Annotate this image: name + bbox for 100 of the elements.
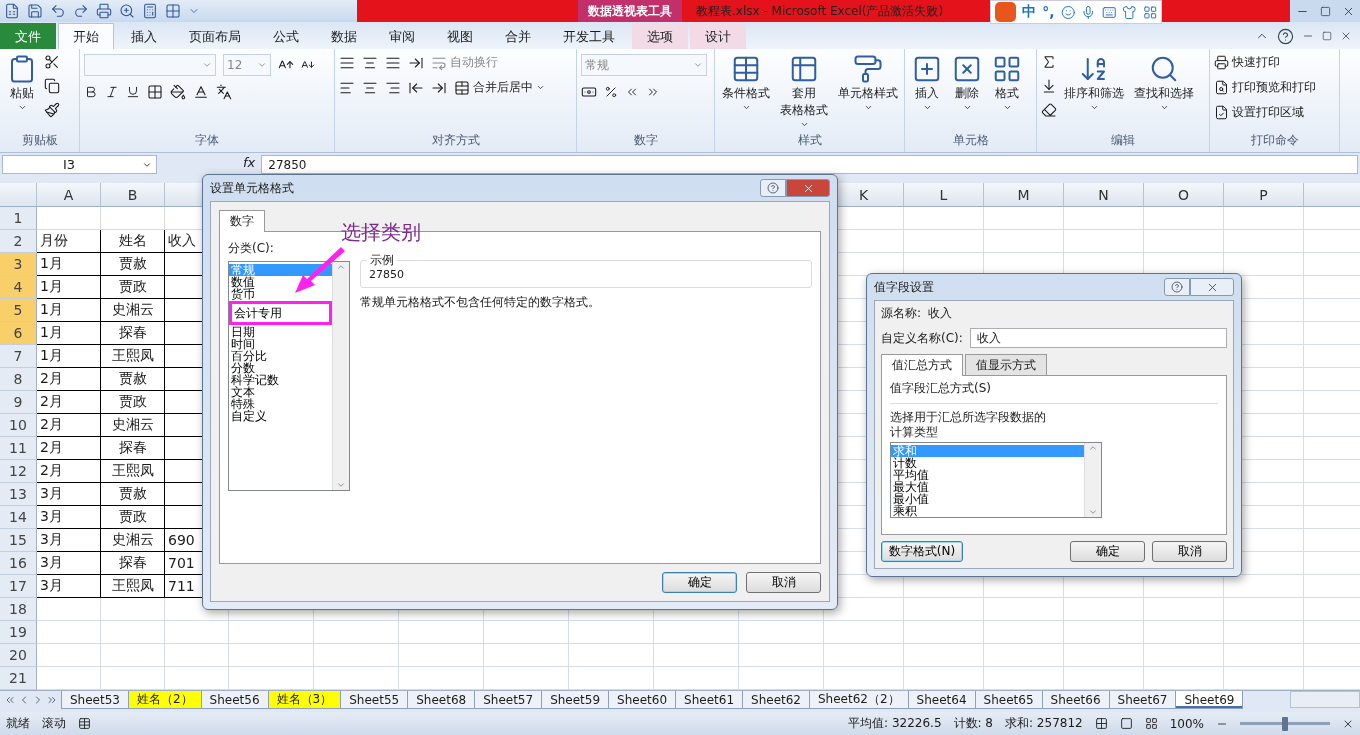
last-sheet-icon[interactable] <box>46 694 58 706</box>
ok-button[interactable]: 确定 <box>662 572 737 593</box>
row-header[interactable]: 4 <box>0 276 37 299</box>
grid-icon[interactable] <box>1142 4 1157 20</box>
wrap-text-button[interactable]: 自动换行 <box>431 54 498 71</box>
table-cell[interactable]: 探春 <box>101 322 165 345</box>
ribbon-button[interactable]: 删除 <box>949 54 985 132</box>
column-header[interactable]: M <box>984 183 1064 207</box>
table-cell[interactable] <box>399 644 484 667</box>
column-header[interactable]: P <box>1224 183 1304 207</box>
table-cell[interactable] <box>101 644 165 667</box>
scrollbar[interactable] <box>332 262 349 490</box>
underline-icon[interactable] <box>126 85 140 99</box>
paste-button[interactable]: 粘贴 <box>4 54 40 132</box>
list-item[interactable]: 科学记数 <box>229 374 332 386</box>
help-button[interactable] <box>1164 278 1190 296</box>
table-cell[interactable]: 王熙凤 <box>101 575 165 598</box>
list-item[interactable]: 会计专用 <box>229 301 332 325</box>
sheet-tab[interactable]: Sheet64 <box>907 691 976 709</box>
sheet-tab[interactable]: Sheet55 <box>340 691 409 709</box>
name-box[interactable]: I3 <box>2 155 157 174</box>
sheet-tab[interactable]: Sheet68 <box>407 691 476 709</box>
row-header[interactable]: 8 <box>0 368 37 391</box>
list-item[interactable]: 货币 <box>229 288 332 300</box>
keyboard-icon[interactable] <box>1101 4 1117 20</box>
ribbon-tab[interactable]: 页面布局 <box>174 23 256 49</box>
ribbon-tab[interactable]: 设计 <box>690 23 746 49</box>
smiley-icon[interactable] <box>1060 4 1076 20</box>
sheet-tab[interactable]: Sheet59 <box>541 691 610 709</box>
row-header[interactable]: 12 <box>0 460 37 483</box>
table-cell[interactable] <box>739 621 824 644</box>
table-cell[interactable] <box>1144 207 1224 230</box>
page-layout-icon[interactable] <box>1119 717 1133 730</box>
table-cell[interactable] <box>904 230 984 253</box>
list-item[interactable]: 自定义 <box>229 410 332 422</box>
table-cell[interactable]: 探春 <box>101 552 165 575</box>
table-cell[interactable] <box>654 644 739 667</box>
cancel-button[interactable]: 取消 <box>1152 541 1227 562</box>
ime-mode-label[interactable]: °, <box>1042 4 1055 20</box>
table-cell[interactable] <box>37 621 101 644</box>
borders-icon[interactable] <box>165 3 181 19</box>
sheet-tab[interactable]: Sheet57 <box>474 691 543 709</box>
row-header[interactable]: 20 <box>0 644 37 667</box>
normal-view-icon[interactable] <box>1094 717 1108 730</box>
sheet-tab[interactable]: Sheet60 <box>608 691 677 709</box>
row-header[interactable]: 1 <box>0 207 37 230</box>
undo-icon[interactable] <box>50 3 66 19</box>
table-cell[interactable] <box>101 207 165 230</box>
column-header[interactable]: L <box>904 183 984 207</box>
table-cell[interactable] <box>984 207 1064 230</box>
ribbon-button[interactable]: 排序和筛选 <box>1061 54 1127 132</box>
row-header[interactable]: 11 <box>0 437 37 460</box>
table-cell[interactable] <box>101 621 165 644</box>
table-cell[interactable] <box>1064 644 1144 667</box>
table-cell[interactable] <box>1224 230 1304 253</box>
restore-icon[interactable] <box>1322 31 1332 41</box>
table-cell[interactable] <box>1144 598 1224 621</box>
formula-field[interactable]: 27850 <box>261 155 1358 174</box>
sheet-tab[interactable]: Sheet56 <box>200 691 269 709</box>
ribbon-button[interactable]: 插入 <box>909 54 945 132</box>
zoom-thumb[interactable] <box>1282 716 1288 731</box>
ribbon-button[interactable]: 单元格样式 <box>835 54 901 132</box>
list-item[interactable]: 时间 <box>229 338 332 350</box>
sheet-tab[interactable]: Sheet69 <box>1175 691 1244 709</box>
sheet-tab[interactable]: Sheet53 <box>61 691 129 709</box>
table-cell[interactable] <box>314 644 399 667</box>
ribbon-tab[interactable]: 公式 <box>258 23 314 49</box>
list-item[interactable]: 数值 <box>229 276 332 288</box>
cut-icon[interactable] <box>44 54 60 70</box>
list-item[interactable]: 平均值 <box>891 469 1084 481</box>
ribbon-tab[interactable]: 开发工具 <box>548 23 630 49</box>
first-sheet-icon[interactable] <box>4 694 16 706</box>
row-header[interactable]: 13 <box>0 483 37 506</box>
copy-icon[interactable] <box>44 78 60 94</box>
horizontal-scrollbar[interactable] <box>1290 691 1360 708</box>
table-cell[interactable]: 贾赦 <box>101 483 165 506</box>
ribbon-tab[interactable]: 文件 <box>0 23 56 49</box>
ribbon-tab[interactable]: 插入 <box>116 23 172 49</box>
table-cell[interactable] <box>984 621 1064 644</box>
table-cell[interactable] <box>229 621 314 644</box>
ribbon-tab[interactable]: 审阅 <box>374 23 430 49</box>
sheet-tab[interactable]: Sheet66 <box>1041 691 1110 709</box>
table-cell[interactable]: 2月 <box>37 460 101 483</box>
borders-icon[interactable] <box>147 84 163 100</box>
number-format-button[interactable]: 数字格式(N) <box>881 541 963 562</box>
table-cell[interactable] <box>1144 644 1224 667</box>
table-cell[interactable] <box>314 621 399 644</box>
save-icon[interactable] <box>27 3 43 19</box>
font-color-icon[interactable] <box>193 84 209 100</box>
zoom-icon[interactable] <box>119 3 135 19</box>
table-cell[interactable] <box>165 621 229 644</box>
help-icon[interactable] <box>1277 27 1294 45</box>
row-header[interactable]: 18 <box>0 598 37 621</box>
table-cell[interactable]: 1月 <box>37 299 101 322</box>
table-cell[interactable] <box>1064 621 1144 644</box>
table-cell[interactable] <box>1144 621 1224 644</box>
ribbon-button[interactable]: 格式 <box>989 54 1025 132</box>
list-item[interactable]: 最大值 <box>891 481 1084 493</box>
category-list[interactable]: 常规 数值 货币 会计专用 日期 时间 百分比 分数 科学记数 文本 特殊 自定义 <box>228 261 350 491</box>
table-cell[interactable]: 1月 <box>37 345 101 368</box>
